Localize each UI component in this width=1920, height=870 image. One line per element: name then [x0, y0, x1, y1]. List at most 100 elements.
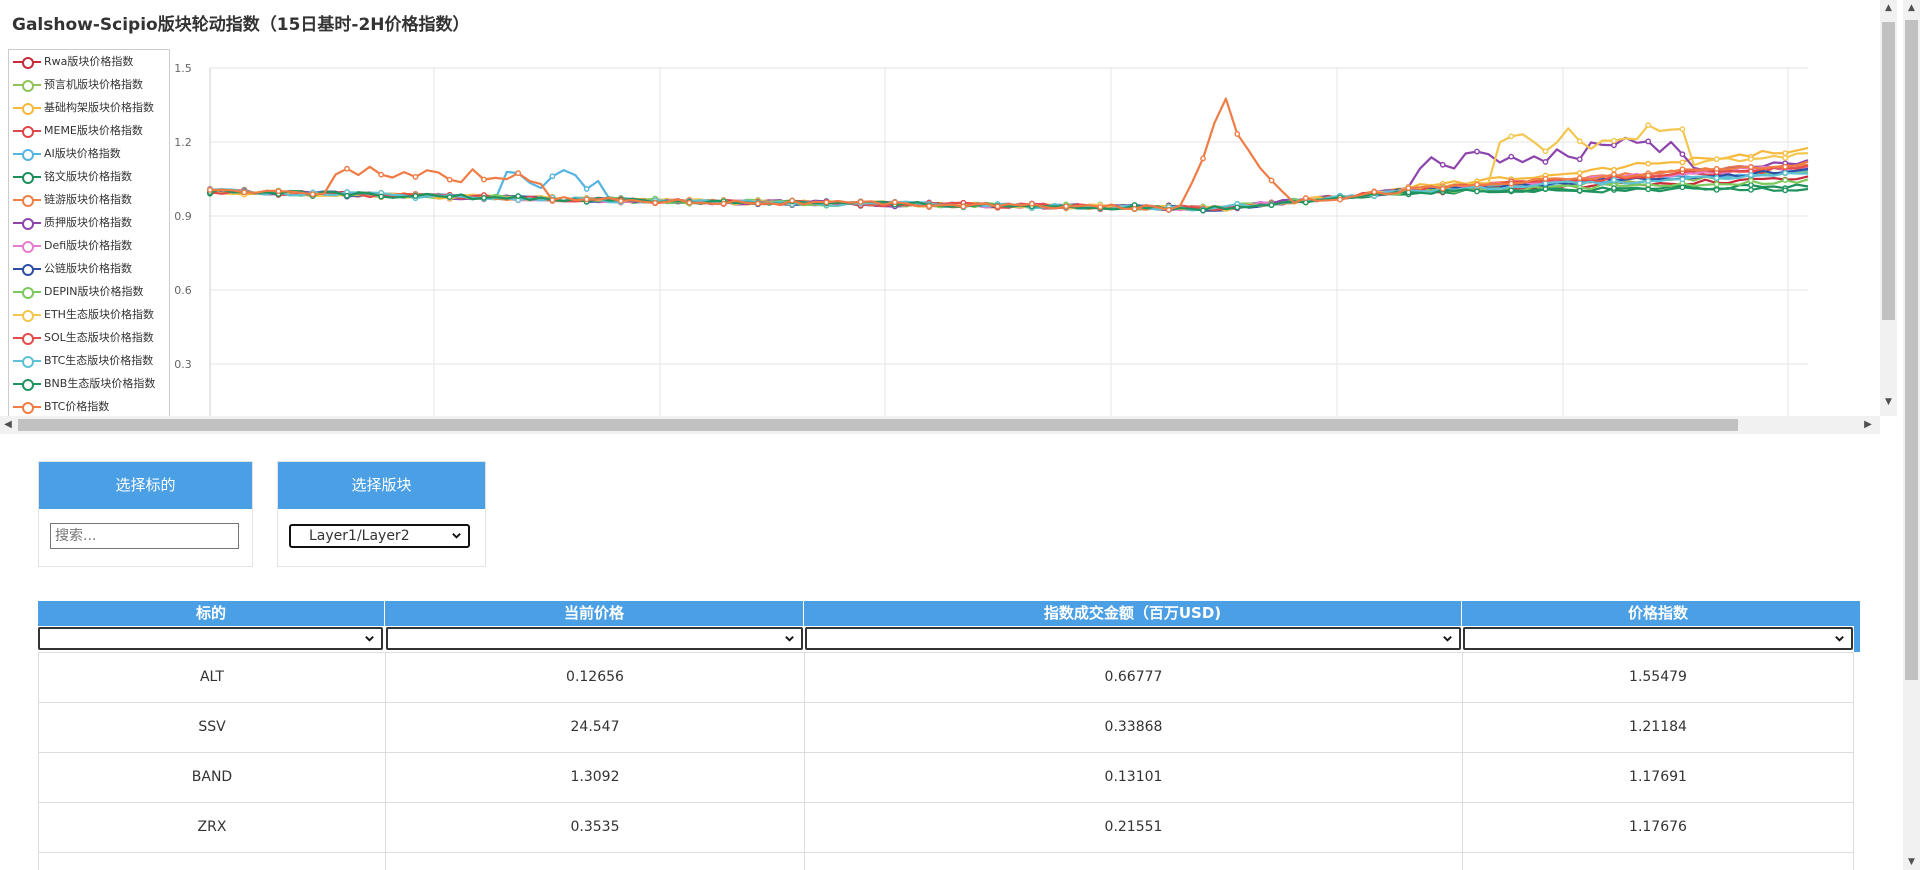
scroll-up-arrow-icon[interactable]: ▲: [1880, 0, 1897, 16]
series-point: [1097, 204, 1104, 210]
legend-item[interactable]: AI版块价格指数: [9, 142, 169, 165]
legend-item[interactable]: Defi版块价格指数: [9, 234, 169, 257]
legend-item[interactable]: SOL生态版块价格指数: [9, 326, 169, 349]
column-header-price[interactable]: 当前价格: [385, 601, 804, 626]
page-vertical-scrollbar[interactable]: ▲ ▼: [1903, 0, 1920, 870]
y-tick-label: 0.6: [174, 284, 192, 297]
series-point: [446, 176, 453, 183]
series-point: [1611, 142, 1617, 149]
series-point: [1679, 166, 1686, 173]
target-filter-box: 选择标的: [38, 461, 253, 567]
series-point: [1268, 202, 1275, 209]
series-point: [1645, 186, 1652, 193]
table-row[interactable]: ALT 0.12656 0.66777 1.55479: [38, 653, 1854, 703]
legend-item[interactable]: BNB生态版块价格指数: [9, 372, 169, 395]
cell-symbol: SSV: [38, 703, 385, 752]
scroll-right-arrow-icon[interactable]: ▶: [1860, 416, 1876, 434]
series-point: [1782, 150, 1789, 157]
chevron-down-icon: [1443, 636, 1452, 642]
series-point: [720, 200, 727, 207]
search-input[interactable]: [50, 523, 239, 549]
page-vertical-scroll-thumb[interactable]: [1905, 20, 1918, 680]
legend-item[interactable]: 基础构架版块价格指数: [9, 96, 169, 119]
scroll-down-arrow-icon[interactable]: ▼: [1880, 394, 1897, 410]
series-point: [1302, 195, 1309, 201]
series-point: [960, 203, 967, 210]
chart-horizontal-scroll-thumb[interactable]: [18, 419, 1738, 431]
series-point: [789, 197, 796, 204]
legend-item[interactable]: MEME版块价格指数: [9, 119, 169, 142]
series-point: [1748, 164, 1754, 170]
legend-circle-marker: [22, 264, 34, 276]
series-point: [412, 174, 419, 180]
line-chart: 1.5 1.2 0.9 0.6 0.3: [174, 62, 1809, 416]
series-point: [207, 187, 213, 193]
series-point: [1474, 188, 1480, 195]
cell-price: 1.071: [385, 853, 804, 870]
table-row[interactable]: ZRX 0.3535 0.21551 1.17676: [38, 803, 1854, 853]
series-point: [583, 196, 590, 203]
series-point: [583, 186, 590, 192]
column-header-volume[interactable]: 指数成交金额（百万USD): [804, 601, 1462, 626]
series-point: [1611, 185, 1617, 192]
series-point: [275, 188, 282, 195]
chart-vertical-scroll-thumb[interactable]: [1882, 22, 1895, 320]
sector-select-value: Layer1/Layer2: [309, 528, 410, 544]
legend-item[interactable]: Rwa版块价格指数: [9, 50, 169, 73]
sector-select[interactable]: Layer1/Layer2: [289, 524, 470, 548]
page-scroll-up-arrow-icon[interactable]: ▲: [1903, 0, 1920, 16]
series-point: [1679, 159, 1686, 166]
y-tick-label: 0.3: [174, 358, 192, 371]
y-tick-label: 0.9: [174, 210, 192, 223]
legend-label: Rwa版块价格指数: [44, 55, 134, 68]
series-point: [1611, 166, 1617, 173]
legend-line-marker: [13, 264, 41, 276]
legend-label: AI版块价格指数: [44, 147, 121, 160]
column-filter-price[interactable]: [386, 627, 803, 650]
legend-item[interactable]: 公链版块价格指数: [9, 257, 169, 280]
table-row[interactable]: SSV 24.547 0.33868 1.21184: [38, 703, 1854, 753]
series-point: [1063, 203, 1069, 210]
column-filter-index[interactable]: [1463, 627, 1853, 650]
series-point: [1576, 187, 1583, 194]
series-point: [618, 198, 624, 204]
legend-item[interactable]: 预言机版块价格指数: [9, 73, 169, 96]
series-point: [1200, 155, 1206, 162]
chart-legend: Rwa版块价格指数预言机版块价格指数 基础构架版块价格指数 MEME版块价格指数 AI…: [8, 49, 170, 416]
legend-line-marker: [13, 379, 41, 391]
chart-horizontal-scrollbar[interactable]: ◀ ▶: [0, 416, 1880, 434]
series-point: [1679, 184, 1686, 191]
series-point: [515, 170, 522, 177]
series-point: [1782, 177, 1789, 184]
series-point: [412, 193, 419, 199]
legend-item[interactable]: 链游版块价格指数: [9, 188, 169, 211]
legend-item[interactable]: BTC价格指数: [9, 395, 169, 416]
cell-symbol: ZRX: [38, 803, 385, 852]
series-point: [652, 199, 659, 206]
legend-item[interactable]: DEPIN版块价格指数: [9, 280, 169, 303]
series-point: [1371, 188, 1378, 195]
legend-item[interactable]: BTC生态版块价格指数: [9, 349, 169, 372]
legend-line-marker: [13, 195, 41, 207]
legend-item[interactable]: 质押版块价格指数: [9, 211, 169, 234]
series-point: [1713, 181, 1720, 188]
chevron-down-icon: [452, 533, 461, 539]
table-row[interactable]: BAND 1.3092 0.13101 1.17691: [38, 753, 1854, 803]
column-header-symbol[interactable]: 标的: [38, 601, 385, 626]
column-filter-volume[interactable]: [805, 627, 1461, 650]
table-row[interactable]: MTL1.0710.138331.16845: [38, 853, 1854, 870]
chart-vertical-scrollbar[interactable]: ▲ ▼: [1880, 0, 1897, 416]
page-scroll-down-arrow-icon[interactable]: ▼: [1903, 854, 1920, 870]
y-tick-label: 1.2: [174, 136, 192, 149]
cell-volume: 0.13101: [804, 753, 1462, 802]
series-point: [686, 199, 693, 206]
scroll-left-arrow-icon[interactable]: ◀: [0, 416, 16, 434]
column-header-index[interactable]: 价格指数: [1462, 601, 1854, 626]
legend-line-marker: [13, 218, 41, 230]
column-filter-symbol[interactable]: [38, 627, 383, 650]
series-point: [1576, 156, 1583, 163]
legend-label: 链游版块价格指数: [44, 193, 132, 206]
legend-item[interactable]: 铭文版块价格指数: [9, 165, 169, 188]
legend-item[interactable]: ETH生态版块价格指数: [9, 303, 169, 326]
series-point: [549, 197, 556, 204]
